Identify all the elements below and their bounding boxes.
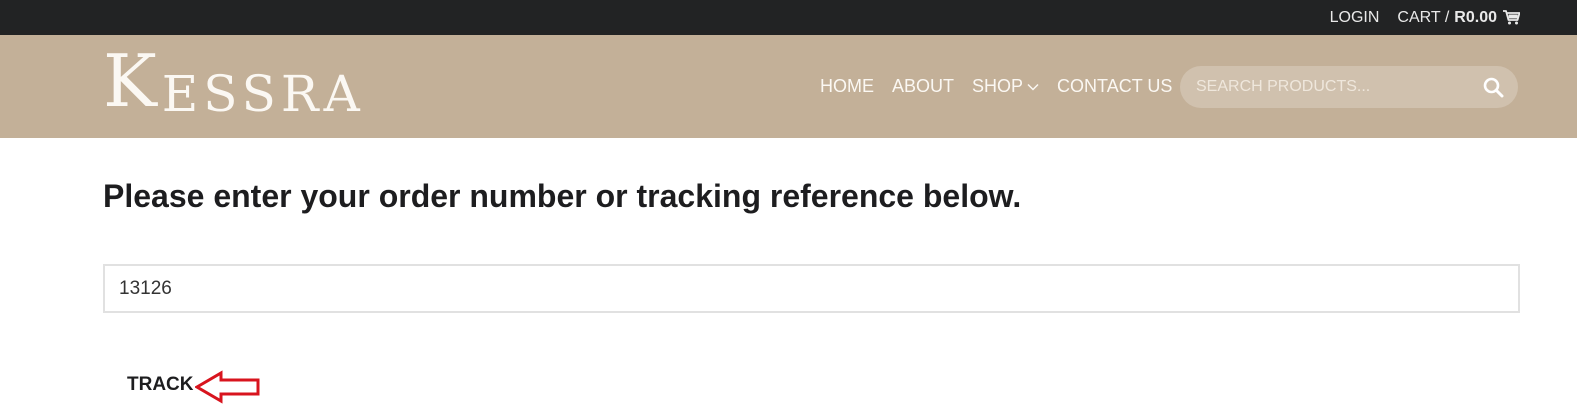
search-bar [1180, 66, 1518, 108]
nav-shop-label: SHOP [972, 76, 1024, 96]
cart-icon [1503, 10, 1520, 25]
logo-text: ESSRA [161, 65, 365, 123]
main-nav: HOME ABOUT SHOP CONTACT US [820, 35, 1190, 138]
nav-about[interactable]: ABOUT [892, 76, 954, 97]
top-bar: LOGIN CART / R0.00 [0, 0, 1577, 35]
nav-home[interactable]: HOME [820, 76, 874, 97]
site-header: K ESSRA HOME ABOUT SHOP CONTACT US [0, 35, 1577, 138]
track-button[interactable]: TRACK [127, 374, 194, 396]
nav-shop[interactable]: SHOP [972, 76, 1039, 97]
search-icon[interactable] [1483, 77, 1504, 98]
chevron-down-icon [1027, 83, 1039, 91]
page-heading: Please enter your order number or tracki… [103, 178, 1022, 214]
cart-amount: R0.00 [1454, 8, 1497, 26]
order-number-input[interactable] [103, 264, 1520, 313]
login-link[interactable]: LOGIN [1330, 9, 1380, 27]
nav-contact-us[interactable]: CONTACT US [1057, 76, 1172, 97]
cart-label: CART / [1397, 8, 1450, 26]
arrow-annotation-icon [195, 370, 260, 404]
search-input[interactable] [1194, 77, 1483, 97]
site-logo[interactable]: K ESSRA [103, 39, 365, 123]
logo-initial: K [103, 39, 162, 123]
cart-link[interactable]: CART / R0.00 [1397, 9, 1520, 27]
